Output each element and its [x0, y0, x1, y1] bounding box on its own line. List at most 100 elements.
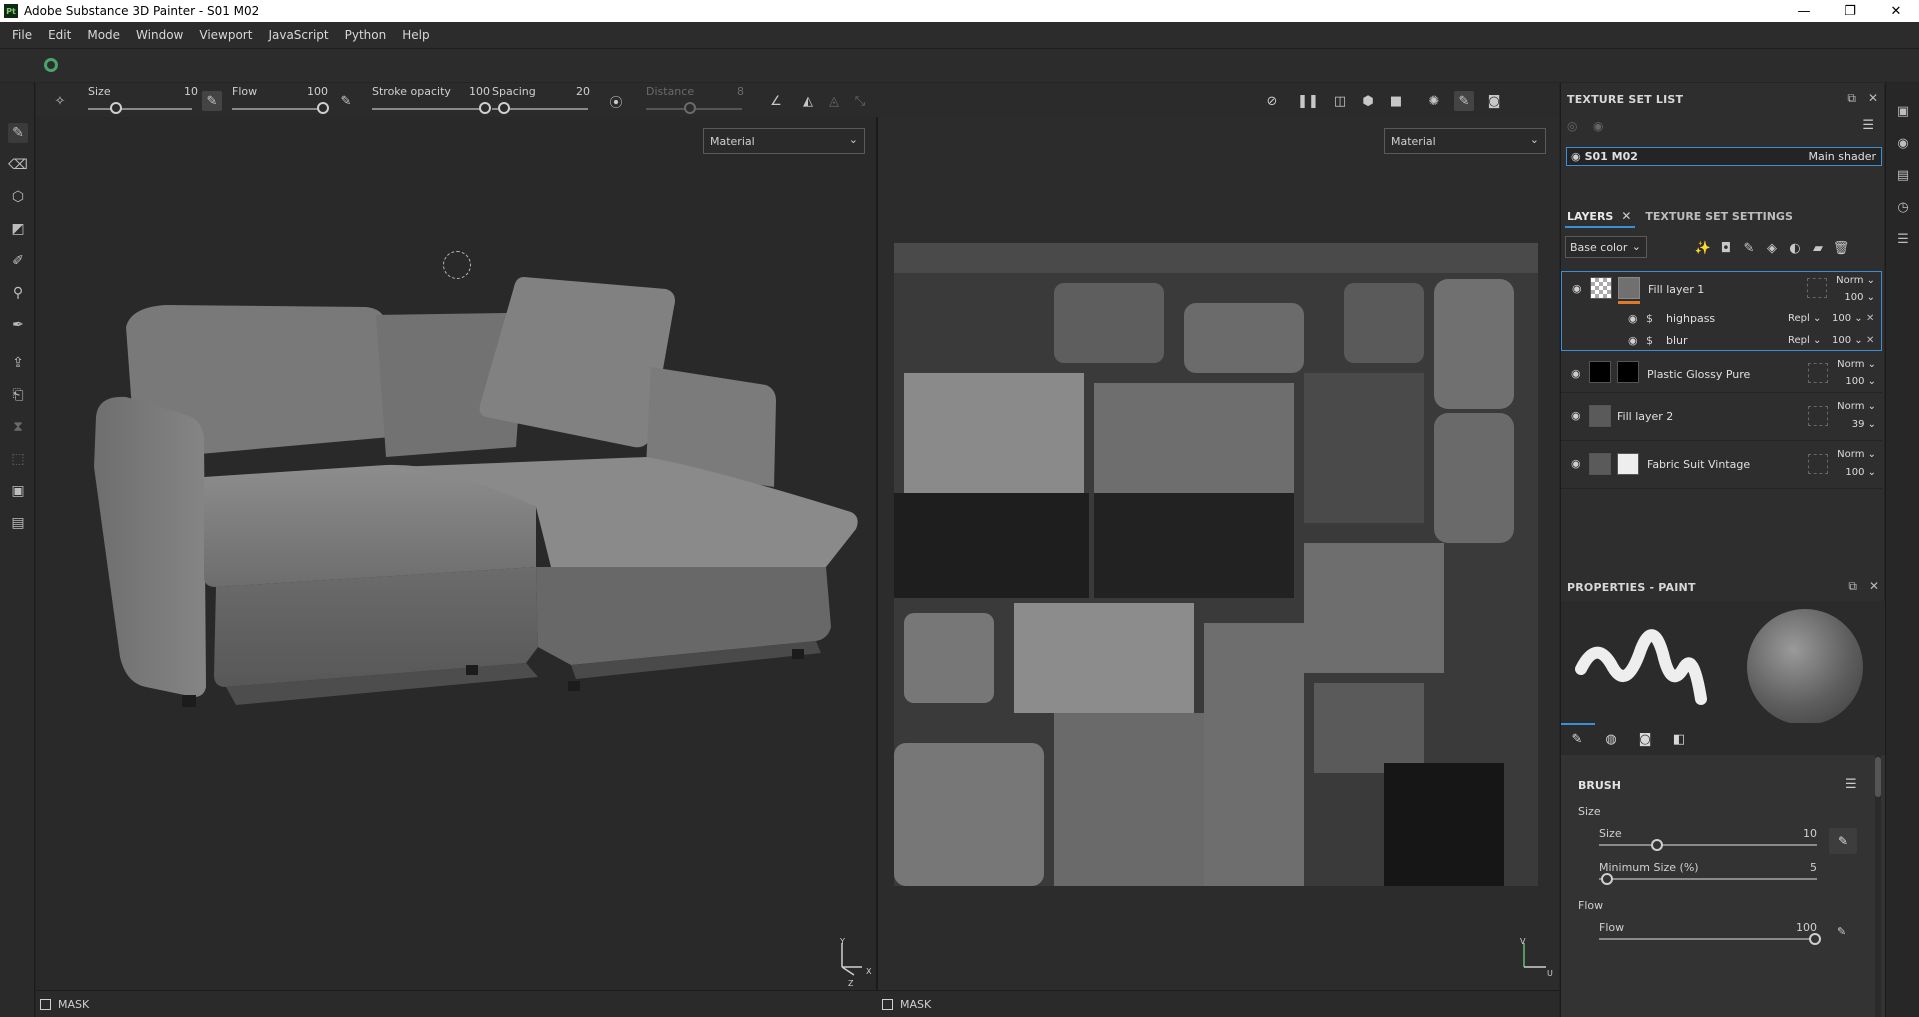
layer-name[interactable]: Fabric Suit Vintage — [1647, 458, 1750, 471]
layer-opacity[interactable]: 100 ⌄ — [1845, 376, 1876, 387]
properties-scrollbar[interactable] — [1875, 755, 1881, 1017]
layer-row-plastic-glossy-pure[interactable]: ◉ Plastic Glossy Pure Norm ⌄ 100 ⌄ — [1561, 355, 1882, 393]
effect-eye-icon[interactable]: ◉ — [1628, 312, 1638, 325]
history-icon[interactable]: ◷ — [1895, 199, 1911, 215]
display-settings-icon[interactable]: ◉ — [1895, 135, 1911, 151]
smudge-tool-icon[interactable]: ✐ — [8, 251, 28, 271]
layer-blend-mode[interactable]: Norm ⌄ — [1836, 275, 1875, 286]
tab-layers[interactable]: LAYERS — [1567, 210, 1613, 223]
uv-tool-icon[interactable]: ▤ — [8, 513, 28, 533]
delete-layer-icon[interactable]: 🗑 — [1832, 239, 1850, 257]
layer-opacity[interactable]: 100 ⌄ — [1845, 467, 1876, 478]
menu-mode[interactable]: Mode — [79, 28, 128, 42]
lazy-mouse-icon[interactable]: ⦿ — [606, 91, 626, 111]
float-panel-icon[interactable]: ⧉ — [1848, 579, 1857, 594]
add-smart-material-icon[interactable]: ◐ — [1786, 239, 1804, 257]
material-tab-icon[interactable]: ◧ — [1669, 729, 1689, 749]
layer-mask-slot[interactable] — [1807, 278, 1827, 298]
bake-tool-icon[interactable]: ⇪ — [8, 353, 28, 373]
menu-help[interactable]: Help — [394, 28, 437, 42]
spacing-knob[interactable] — [498, 102, 510, 114]
min-size-value[interactable]: 5 — [1777, 861, 1817, 874]
display-3d-icon[interactable]: ⬢ — [1358, 91, 1378, 111]
measure-tool-icon[interactable]: ⎗ — [8, 385, 28, 405]
distance-knob[interactable] — [684, 102, 696, 114]
symmetry-icon[interactable]: ◭ — [798, 91, 818, 111]
close-button[interactable]: ✕ — [1873, 0, 1919, 22]
screenshot-icon[interactable]: ◙ — [1484, 91, 1504, 111]
effect-blend[interactable]: Repl ⌄ — [1788, 335, 1821, 346]
add-mask-icon[interactable]: ◘ — [1717, 239, 1735, 257]
float-panel-icon[interactable]: ⧉ — [1847, 91, 1856, 106]
layer-eye-icon[interactable]: ◉ — [1571, 367, 1581, 380]
layer-eye-icon[interactable]: ◉ — [1571, 457, 1581, 470]
screenshot-tool-icon[interactable]: ▣ — [8, 481, 28, 501]
maximize-button[interactable]: ❐ — [1827, 0, 1873, 22]
close-panel-icon[interactable]: ✕ — [1869, 579, 1879, 594]
viewport-2d-mode-select[interactable]: Material ⌄ — [1384, 128, 1546, 154]
split-view-icon[interactable]: ◫ — [1330, 91, 1350, 111]
remove-effect-icon[interactable]: ✕ — [1866, 313, 1874, 324]
flow-knob[interactable] — [317, 102, 329, 114]
mask-toggle-3d[interactable]: MASK — [40, 998, 89, 1011]
iray-render-icon[interactable]: ✺ — [1424, 91, 1444, 111]
pause-icon[interactable]: ❚❚ — [1297, 91, 1319, 111]
add-paint-layer-icon[interactable]: ✎ — [1740, 239, 1758, 257]
eye-icon[interactable]: ◉ — [1571, 150, 1581, 163]
menu-icon[interactable]: ☰ — [1862, 118, 1874, 133]
add-folder-icon[interactable]: ▰ — [1809, 239, 1827, 257]
layer-eye-icon[interactable]: ◉ — [1571, 409, 1581, 422]
layer-opacity[interactable]: 39 ⌄ — [1852, 419, 1876, 430]
angle-icon[interactable]: ∠ — [766, 91, 786, 111]
layer-row-fill-layer-2[interactable]: ◉ Fill layer 2 Norm ⌄ 39 ⌄ — [1561, 395, 1882, 441]
texture-set-row[interactable]: ◉ S01 M02 Main shader — [1566, 147, 1882, 166]
symmetry-settings-icon[interactable]: ◬ — [824, 91, 844, 111]
stencil-tab-icon[interactable]: ◙ — [1635, 729, 1655, 749]
disabled-tool-icon[interactable]: ⬚ — [8, 449, 28, 469]
menu-edit[interactable]: Edit — [40, 28, 79, 42]
distance-slider[interactable]: Distance 8 — [646, 83, 744, 117]
layer-mask-slot[interactable] — [1808, 454, 1828, 474]
flow-pen-pressure-icon[interactable]: ✎ — [1837, 925, 1846, 938]
scrollbar-thumb[interactable] — [1875, 757, 1881, 797]
add-fill-layer-icon[interactable]: ◈ — [1763, 239, 1781, 257]
paint-brush-tool-icon[interactable]: ✎ — [8, 123, 28, 143]
layer-name[interactable]: Fill layer 1 — [1648, 283, 1704, 296]
layer-opacity[interactable]: 100 ⌄ — [1844, 292, 1875, 303]
mask-checkbox-2d[interactable] — [882, 999, 893, 1010]
menu-javascript[interactable]: JavaScript — [260, 28, 336, 42]
layer-name[interactable]: Plastic Glossy Pure — [1647, 368, 1750, 381]
eraser-tool-icon[interactable]: ⌫ — [8, 155, 28, 175]
menu-viewport[interactable]: Viewport — [191, 28, 260, 42]
effect-eye-icon[interactable]: ◉ — [1628, 334, 1638, 347]
close-panel-icon[interactable]: ✕ — [1868, 91, 1878, 106]
effect-blend[interactable]: Repl ⌄ — [1788, 313, 1821, 324]
show-icon[interactable]: ◉ — [1593, 119, 1603, 133]
effect-opacity[interactable]: 100 ⌄ — [1832, 335, 1863, 346]
size-knob[interactable] — [110, 102, 122, 114]
add-effect-icon[interactable]: ✨ — [1694, 239, 1712, 257]
mask-toggle-2d[interactable]: MASK — [882, 998, 931, 1011]
layer-eye-icon[interactable]: ◉ — [1572, 282, 1582, 295]
spacing-slider[interactable]: Spacing 20 — [492, 83, 590, 117]
layer-name[interactable]: Fill layer 2 — [1617, 410, 1673, 423]
size-value[interactable]: 10 — [1777, 827, 1817, 840]
paint-mode-icon[interactable]: ✎ — [1454, 91, 1474, 111]
brush-tab-icon[interactable]: ✎ — [1567, 729, 1587, 749]
clone-tool-icon[interactable]: ⚲ — [8, 283, 28, 303]
shelf-icon[interactable]: ▤ — [1895, 167, 1911, 183]
size-pen-pressure-button[interactable]: ✎ — [1829, 828, 1857, 854]
mask-checkbox-3d[interactable] — [40, 999, 51, 1010]
minimize-button[interactable]: — — [1781, 0, 1827, 22]
brush-settings-menu-icon[interactable]: ☰ — [1845, 777, 1857, 792]
hourglass-icon[interactable]: ⧗ — [8, 417, 28, 437]
transform-icon[interactable]: ⤡ — [850, 91, 870, 111]
layer-color-swatch[interactable] — [1618, 277, 1640, 299]
tab-texture-set-settings[interactable]: TEXTURE SET SETTINGS — [1645, 210, 1792, 223]
flow-pen-pressure-icon[interactable]: ✎ — [336, 91, 356, 111]
size-slider[interactable]: Size 10 — [88, 83, 198, 117]
texture-set-shader[interactable]: Main shader — [1809, 150, 1876, 163]
alpha-tab-icon[interactable]: ◍ — [1601, 729, 1621, 749]
layer-row-fill-layer-1[interactable]: ◉ Fill layer 1 Norm ⌄ 100 ⌄ ◉ $ highpass… — [1561, 271, 1882, 351]
close-tab-icon[interactable]: ✕ — [1621, 209, 1631, 223]
